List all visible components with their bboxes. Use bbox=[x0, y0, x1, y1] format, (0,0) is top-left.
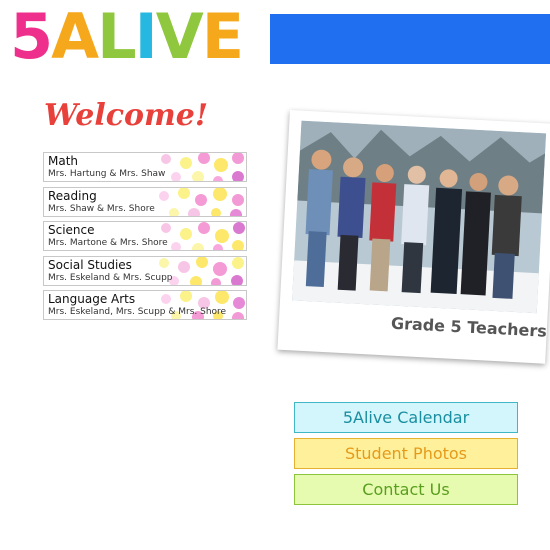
subject-teachers: Mrs. Eskeland, Mrs. Scupp & Mrs. Shore bbox=[48, 307, 227, 318]
calendar-button[interactable]: 5Alive Calendar bbox=[294, 402, 518, 433]
subject-link-math[interactable]: Math Mrs. Hartung & Mrs. Shaw bbox=[43, 152, 247, 182]
subject-teachers: Mrs. Martone & Mrs. Shore bbox=[48, 238, 168, 249]
subject-link-social-studies[interactable]: Social Studies Mrs. Eskeland & Mrs. Scup… bbox=[43, 255, 247, 286]
teacher-photo-card: Grade 5 Teachers bbox=[277, 110, 550, 364]
dot-pattern bbox=[159, 187, 244, 216]
logo-letter: A bbox=[51, 0, 99, 73]
teacher-group-photo bbox=[292, 120, 547, 314]
subject-link-reading[interactable]: Reading Mrs. Shaw & Mrs. Shore bbox=[43, 186, 247, 217]
welcome-heading: Welcome! bbox=[44, 98, 209, 133]
logo-letter: V bbox=[155, 0, 204, 73]
subject-link-language-arts[interactable]: Language Arts Mrs. Eskeland, Mrs. Scupp … bbox=[43, 290, 247, 321]
subject-list: Math Mrs. Hartung & Mrs. Shaw Reading Mr… bbox=[43, 152, 247, 325]
photo-illustration bbox=[292, 120, 547, 314]
subject-teachers: Mrs. Hartung & Mrs. Shaw bbox=[48, 169, 166, 179]
site-logo[interactable]: 5 A L I V E bbox=[0, 0, 270, 74]
logo-letter: I bbox=[134, 0, 158, 73]
logo-letter: L bbox=[97, 0, 136, 73]
student-photos-button[interactable]: Student Photos bbox=[294, 438, 518, 469]
photo-caption: Grade 5 Teachers bbox=[390, 313, 548, 341]
subject-link-science[interactable]: Science Mrs. Martone & Mrs. Shore bbox=[43, 221, 247, 252]
subject-name: Math bbox=[48, 154, 79, 168]
subject-name: Science bbox=[48, 223, 95, 238]
logo-letter: E bbox=[201, 0, 244, 73]
contact-us-button[interactable]: Contact Us bbox=[294, 474, 518, 505]
subject-teachers: Mrs. Shaw & Mrs. Shore bbox=[48, 203, 155, 214]
subject-name: Reading bbox=[48, 188, 97, 203]
subject-name: Language Arts bbox=[48, 292, 136, 307]
subject-name: Social Studies bbox=[48, 257, 132, 272]
subject-teachers: Mrs. Eskeland & Mrs. Scupp bbox=[48, 272, 173, 283]
logo-letter: 5 bbox=[10, 0, 53, 73]
